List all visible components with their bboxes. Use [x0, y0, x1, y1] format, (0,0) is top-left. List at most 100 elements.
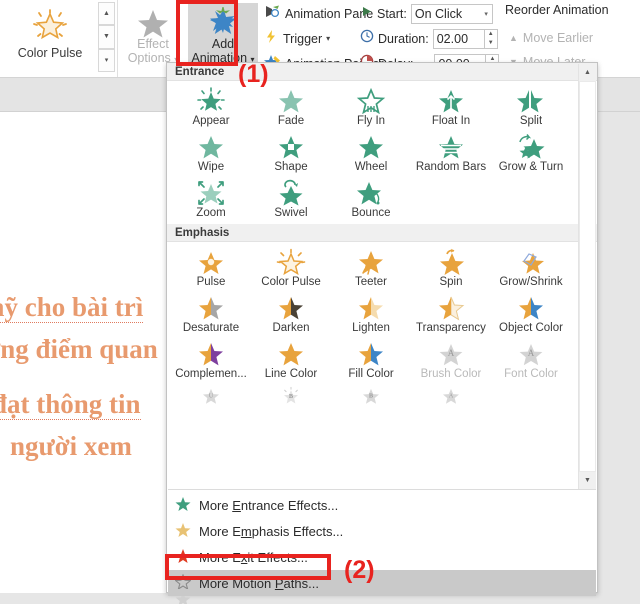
effect-label: Color Pulse [261, 276, 321, 288]
effect-fill-color[interactable]: Fill Color [331, 337, 411, 383]
more-effects-menu-item-partial[interactable] [168, 596, 596, 604]
svg-text:A: A [528, 348, 535, 358]
duration-value: 02.00 [436, 31, 469, 46]
effect-transparency[interactable]: Transparency [411, 291, 491, 337]
animation-gallery-item-color-pulse[interactable]: Color Pulse [4, 2, 96, 72]
menu-item-label: More Emphasis Effects... [199, 523, 344, 539]
effect-wipe[interactable]: Wipe [171, 130, 251, 176]
effect-lighten[interactable]: Lighten [331, 291, 411, 337]
effect-label: Transparency [416, 322, 486, 334]
effect-grow-and-turn[interactable]: Grow & Turn [491, 130, 571, 176]
effect-spin[interactable]: Spin [411, 245, 491, 291]
effect-float-in[interactable]: Float In [411, 84, 491, 130]
effect-label: Brush Color [420, 368, 482, 380]
effect-label: Pulse [196, 276, 226, 288]
entrance-effects-grid: Appear Fade Fly In Float In Split Wipe S… [167, 81, 571, 224]
star-gray-icon [136, 8, 170, 38]
trigger-button[interactable]: Trigger ▾ [264, 27, 330, 50]
effect-label: Desaturate [182, 322, 240, 334]
effect-underline: U [171, 383, 251, 405]
start-select[interactable]: On Click ▾ [410, 3, 493, 24]
effect-label: Shape [274, 161, 308, 173]
effect-label: Grow/Shrink [499, 276, 563, 288]
effect-label: Grow & Turn [498, 161, 564, 173]
animation-gallery-group: Color Pulse ▲ ▼ ▾ [0, 0, 118, 77]
effect-object-color[interactable]: Object Color [491, 291, 571, 337]
effect-pulse[interactable]: Pulse [171, 245, 251, 291]
effect-label: Split [519, 115, 543, 127]
start-label: Start: [377, 6, 407, 21]
effect-bounce[interactable]: Bounce [331, 176, 411, 222]
effect-label: Fill Color [348, 368, 394, 380]
gallery-scroll-buttons[interactable]: ▲ ▼ ▾ [98, 2, 115, 72]
effect-label: Wheel [354, 161, 388, 173]
animation-gallery-item-label: Color Pulse [17, 46, 83, 60]
effect-brush-color: A Brush Color [411, 337, 491, 383]
effect-fly-in[interactable]: Fly In [331, 84, 411, 130]
gallery-scroll-up-button[interactable]: ▲ [98, 2, 115, 26]
animation-pane-icon [264, 4, 281, 24]
trigger-label: Trigger [283, 31, 323, 46]
move-earlier-button[interactable]: ▲ Move Earlier [509, 27, 593, 49]
effect-label: Teeter [355, 276, 387, 288]
play-icon [360, 5, 373, 23]
star-gold-icon [175, 522, 191, 540]
effect-teeter[interactable]: Teeter [331, 245, 411, 291]
lightning-icon [264, 29, 279, 49]
duration-label: Duration: [378, 31, 429, 46]
more-emphasis-effects-menu-item[interactable]: More Emphasis Effects... [168, 518, 596, 544]
effect-label: Random Bars [415, 161, 487, 173]
effect-wheel[interactable]: Wheel [331, 130, 411, 176]
effect-font-size: A [411, 383, 491, 405]
effect-zoom[interactable]: Zoom [171, 176, 251, 222]
annotation-box-1 [176, 0, 238, 66]
slide-text-line-2: ứng điểm quan [0, 334, 158, 364]
gallery-more-button[interactable]: ▾ [98, 48, 115, 72]
effect-color-pulse[interactable]: Color Pulse [251, 245, 331, 291]
effect-random-bars[interactable]: Random Bars [411, 130, 491, 176]
animation-pane-button[interactable]: Animation Pane [264, 2, 373, 25]
effect-shape[interactable]: Shape [251, 130, 331, 176]
duration-input[interactable]: 02.00 [432, 28, 485, 49]
effect-label: Appear [192, 115, 230, 127]
effect-swivel[interactable]: Swivel [251, 176, 331, 222]
duration-row: Duration: 02.00 ▲ ▼ [360, 26, 498, 51]
section-header-emphasis: Emphasis [167, 224, 597, 242]
more-entrance-effects-menu-item[interactable]: More Entrance Effects... [168, 492, 596, 518]
chevron-down-icon: ▾ [484, 10, 488, 18]
effect-label: Fly In [356, 115, 386, 127]
scrollbar-track[interactable] [579, 81, 596, 472]
effect-label: Line Color [264, 368, 318, 380]
star-gray-outline-icon [175, 596, 191, 604]
gallery-scroll-down-button[interactable]: ▼ [98, 25, 115, 49]
star-green-icon [175, 496, 191, 514]
effect-line-color[interactable]: Line Color [251, 337, 331, 383]
duration-stepper-down[interactable]: ▼ [485, 39, 497, 48]
effect-label: Swivel [274, 207, 308, 219]
effect-label: Complemen... [175, 368, 247, 380]
effect-grow-shrink[interactable]: Grow/Shrink [491, 245, 571, 291]
triangle-up-icon: ▲ [509, 33, 518, 43]
gallery-scrollbar[interactable]: ▲ ▼ [578, 64, 596, 489]
duration-stepper-up[interactable]: ▲ [485, 30, 497, 39]
effect-darken[interactable]: Darken [251, 291, 331, 337]
slide-text-line-1: mỹ cho bài trì [0, 292, 144, 323]
scroll-down-icon[interactable]: ▼ [579, 472, 596, 489]
chevron-down-icon: ▾ [326, 34, 331, 43]
effect-appear[interactable]: Appear [171, 84, 251, 130]
annotation-label-1: (1) [238, 60, 269, 88]
effect-label: Font Color [504, 368, 558, 380]
effect-complementary-color[interactable]: Complemen... [171, 337, 251, 383]
effect-label: Float In [431, 115, 471, 127]
move-earlier-label: Move Earlier [522, 31, 594, 45]
duration-stepper[interactable]: ▲ ▼ [484, 28, 498, 49]
effect-label: Object Color [499, 322, 563, 334]
scroll-up-icon[interactable]: ▲ [579, 64, 596, 81]
reorder-animation-title: Reorder Animation [505, 3, 609, 17]
emphasis-effects-grid: Pulse Color Pulse Teeter Spin Grow/Shrin… [167, 242, 571, 407]
effect-label: Spin [439, 276, 463, 288]
add-animation-gallery-dropdown[interactable]: Entrance Appear Fade Fly In Float In Spl… [166, 62, 598, 604]
effect-fade[interactable]: Fade [251, 84, 331, 130]
effect-desaturate[interactable]: Desaturate [171, 291, 251, 337]
effect-split[interactable]: Split [491, 84, 571, 130]
